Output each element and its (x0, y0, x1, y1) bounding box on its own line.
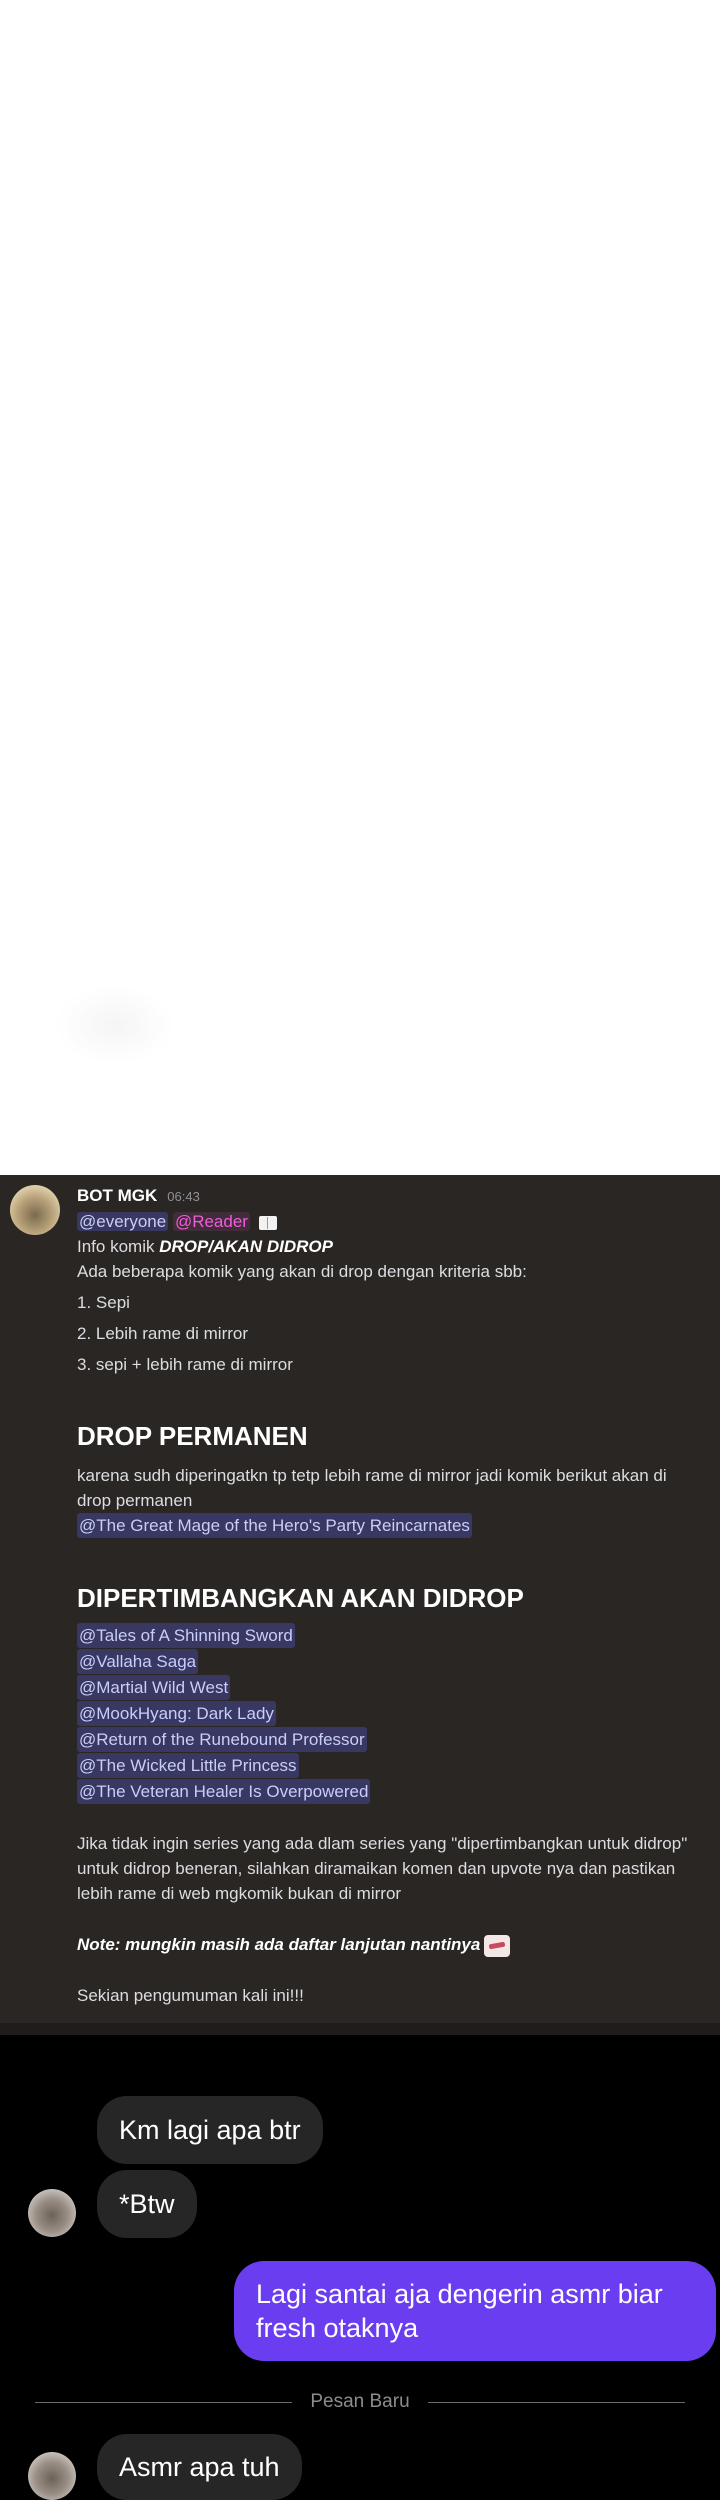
divider-label: Pesan Baru (310, 2391, 410, 2412)
incoming-message[interactable]: Km lagi apa btr (97, 2096, 323, 2164)
message-time: 06:43 (167, 1189, 200, 1204)
new-messages-divider: Pesan Baru (35, 2391, 686, 2412)
info-line: Info komik DROP/AKAN DIDROP (77, 1234, 697, 1259)
closing-text: Jika tidak ingin series yang ada dlam se… (77, 1834, 688, 1903)
divider-rule (427, 2401, 686, 2403)
bot-avatar (10, 1185, 60, 1235)
section1-mentions: @The Great Mage of the Hero's Party Rein… (77, 1513, 697, 1539)
author-name[interactable]: BOT MGK (77, 1183, 157, 1208)
mention-reader[interactable]: @Reader (172, 1212, 250, 1231)
criteria-item: 1. Sepi (77, 1293, 130, 1312)
series-mention[interactable]: @The Great Mage of the Hero's Party Rein… (77, 1513, 472, 1538)
mention-everyone[interactable]: @everyone (77, 1212, 169, 1231)
info-bold: DROP/AKAN DIDROP (159, 1237, 333, 1256)
series-mention[interactable]: @The Veteran Healer Is Overpowered (77, 1779, 371, 1804)
contact-avatar[interactable] (28, 2189, 76, 2237)
message-text: Km lagi apa btr (119, 2114, 301, 2145)
message-text: Lagi santai aja dengerin asmr biar fresh… (256, 2279, 663, 2343)
divider-rule (35, 2401, 293, 2403)
section2-mentions: @Tales of A Shinning Sword @Vallaha Saga… (77, 1623, 697, 1805)
mentions-line: @everyone @Reader (77, 1209, 697, 1234)
discord-bottom-edge (0, 2023, 720, 2035)
discord-screenshot: BOT MGK 06:43 @everyone @Reader Info kom… (0, 1175, 720, 2035)
sticker-icon (484, 1934, 511, 1957)
contact-avatar[interactable] (28, 2452, 76, 2500)
info-prefix: Info komik (77, 1237, 160, 1256)
signoff-text: Sekian pengumuman kali ini!!! (77, 1986, 304, 2005)
series-mention[interactable]: @Vallaha Saga (77, 1649, 199, 1674)
series-mention[interactable]: @The Wicked Little Princess (77, 1753, 299, 1778)
faint-smudge (55, 985, 175, 1065)
outgoing-message[interactable]: Lagi santai aja dengerin asmr biar fresh… (234, 2261, 716, 2361)
criteria-item: 3. sepi + lebih rame di mirror (77, 1355, 293, 1374)
criteria-item: 2. Lebih rame di mirror (77, 1324, 249, 1343)
message-text: *Btw (119, 2188, 175, 2219)
series-mention[interactable]: @Martial Wild West (77, 1675, 231, 1700)
series-mention[interactable]: @Tales of A Shinning Sword (77, 1623, 295, 1648)
incoming-message[interactable]: *Btw (97, 2170, 197, 2238)
bot-message: BOT MGK 06:43 @everyone @Reader Info kom… (77, 1183, 697, 2008)
section-title-dipertimbangkan: DIPERTIMBANGKAN AKAN DIDROP (77, 1583, 524, 1613)
section-title-drop-permanen: DROP PERMANEN (77, 1421, 308, 1451)
book-icon (258, 1215, 277, 1230)
series-mention[interactable]: @MookHyang: Dark Lady (77, 1701, 276, 1726)
note-line: Note: mungkin masih ada daftar lanjutan … (77, 1932, 697, 1957)
message-header: BOT MGK 06:43 (77, 1183, 697, 1209)
message-text: Asmr apa tuh (119, 2451, 280, 2482)
section1-text: karena sudh diperingatkn tp tetp lebih r… (77, 1466, 667, 1510)
note-text: Note: mungkin masih ada daftar lanjutan … (77, 1935, 481, 1954)
series-mention[interactable]: @Return of the Runebound Professor (77, 1727, 367, 1752)
intro-text: Ada beberapa komik yang akan di drop den… (77, 1262, 527, 1281)
incoming-message[interactable]: Asmr apa tuh (97, 2434, 302, 2500)
